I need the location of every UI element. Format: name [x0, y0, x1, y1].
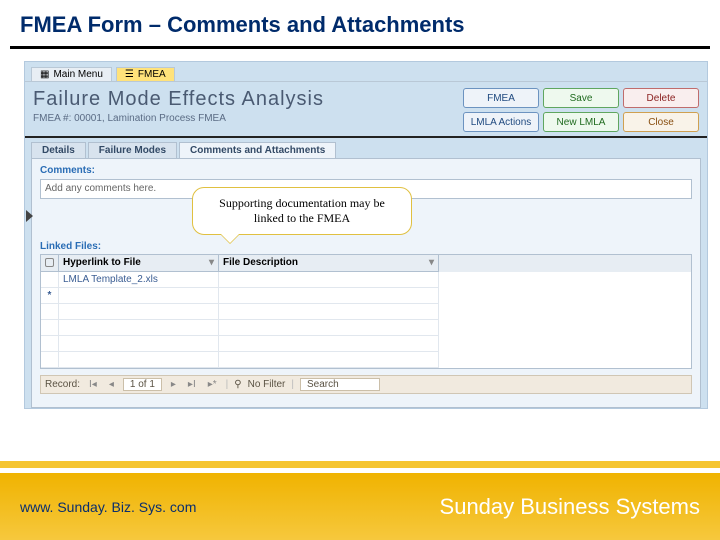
fmea-button[interactable]: FMEA [463, 88, 539, 108]
footer: www. Sunday. Biz. Sys. com Sunday Busine… [0, 468, 720, 540]
cell-description[interactable] [219, 272, 439, 288]
form-icon: ☰ [125, 69, 134, 80]
slide-title: FMEA Form – Comments and Attachments [0, 0, 720, 46]
header-rule [25, 136, 707, 138]
menu-icon: ▦ [40, 69, 49, 80]
nav-first[interactable]: I◂ [86, 379, 100, 390]
table-empty-row [41, 352, 691, 368]
linked-files-grid: Hyperlink to File▾ File Description▾ LML… [40, 254, 692, 369]
table-row[interactable]: LMLA Template_2.xls [41, 272, 691, 288]
ribbon-tab-fmea-label: FMEA [138, 69, 166, 80]
grid-select-header[interactable] [41, 255, 59, 272]
save-button[interactable]: Save [543, 88, 619, 108]
side-arrow-icon [26, 210, 33, 222]
form-header: Failure Mode Effects Analysis FMEA #: 00… [25, 82, 707, 134]
table-empty-row [41, 320, 691, 336]
callout-text: Supporting documentation may be linked t… [219, 196, 385, 225]
tab-comments-attachments[interactable]: Comments and Attachments [179, 142, 336, 158]
new-row-marker: * [41, 288, 59, 304]
nav-last[interactable]: ▸I [185, 379, 199, 390]
chevron-down-icon: ▾ [429, 257, 434, 268]
nav-search-box[interactable]: Search [300, 378, 380, 391]
footer-url: www. Sunday. Biz. Sys. com [20, 499, 196, 515]
cell-description-new[interactable] [219, 288, 439, 304]
record-navigator: Record: I◂ ◂ 1 of 1 ▸ ▸I ▸* | ⚲ No Filte… [40, 375, 692, 394]
ribbon-tab-main-label: Main Menu [53, 69, 102, 80]
grid-header-hyperlink[interactable]: Hyperlink to File▾ [59, 255, 219, 272]
nav-sep: | [226, 379, 229, 390]
nav-sep: | [291, 379, 294, 390]
callout-bubble: Supporting documentation may be linked t… [192, 187, 412, 235]
nav-new[interactable]: ▸* [205, 379, 220, 390]
ribbon: ▦ Main Menu ☰ FMEA [25, 62, 707, 82]
attachment-icon [45, 258, 54, 267]
ribbon-tab-main[interactable]: ▦ Main Menu [31, 67, 112, 81]
linked-files-label: Linked Files: [40, 241, 692, 252]
comments-label: Comments: [40, 165, 692, 176]
filter-icon: ⚲ [234, 379, 241, 390]
table-empty-row [41, 304, 691, 320]
tab-details[interactable]: Details [31, 142, 86, 158]
table-new-row[interactable]: * [41, 288, 691, 304]
nav-label: Record: [45, 379, 80, 390]
tab-failure-modes[interactable]: Failure Modes [88, 142, 177, 158]
close-button[interactable]: Close [623, 112, 699, 132]
cell-hyperlink-new[interactable] [59, 288, 219, 304]
title-rule [10, 46, 710, 49]
footer-brand: Sunday Business Systems [440, 494, 700, 520]
delete-button[interactable]: Delete [623, 88, 699, 108]
attachments-panel: Comments: Supporting documentation may b… [31, 158, 701, 408]
nav-prev[interactable]: ◂ [106, 379, 117, 390]
form-body: Failure Mode Effects Analysis FMEA #: 00… [25, 82, 707, 408]
nav-nofilter[interactable]: No Filter [248, 379, 286, 390]
new-lmla-button[interactable]: New LMLA [543, 112, 619, 132]
table-empty-row [41, 336, 691, 352]
form-subtitle: FMEA #: 00001, Lamination Process FMEA [33, 113, 455, 124]
app-window: ▦ Main Menu ☰ FMEA Failure Mode Effects … [24, 61, 708, 409]
grid-header-description[interactable]: File Description▾ [219, 255, 439, 272]
ribbon-tab-fmea[interactable]: ☰ FMEA [116, 67, 175, 81]
nav-next[interactable]: ▸ [168, 379, 179, 390]
form-button-grid: FMEA Save Delete LMLA Actions New LMLA C… [463, 88, 699, 132]
form-title: Failure Mode Effects Analysis [33, 88, 455, 111]
nav-position[interactable]: 1 of 1 [123, 378, 162, 391]
subtabs: Details Failure Modes Comments and Attac… [25, 142, 707, 158]
row-selector[interactable] [41, 272, 59, 288]
cell-hyperlink[interactable]: LMLA Template_2.xls [59, 272, 219, 288]
chevron-down-icon: ▾ [209, 257, 214, 268]
actions-button[interactable]: LMLA Actions [463, 112, 539, 132]
